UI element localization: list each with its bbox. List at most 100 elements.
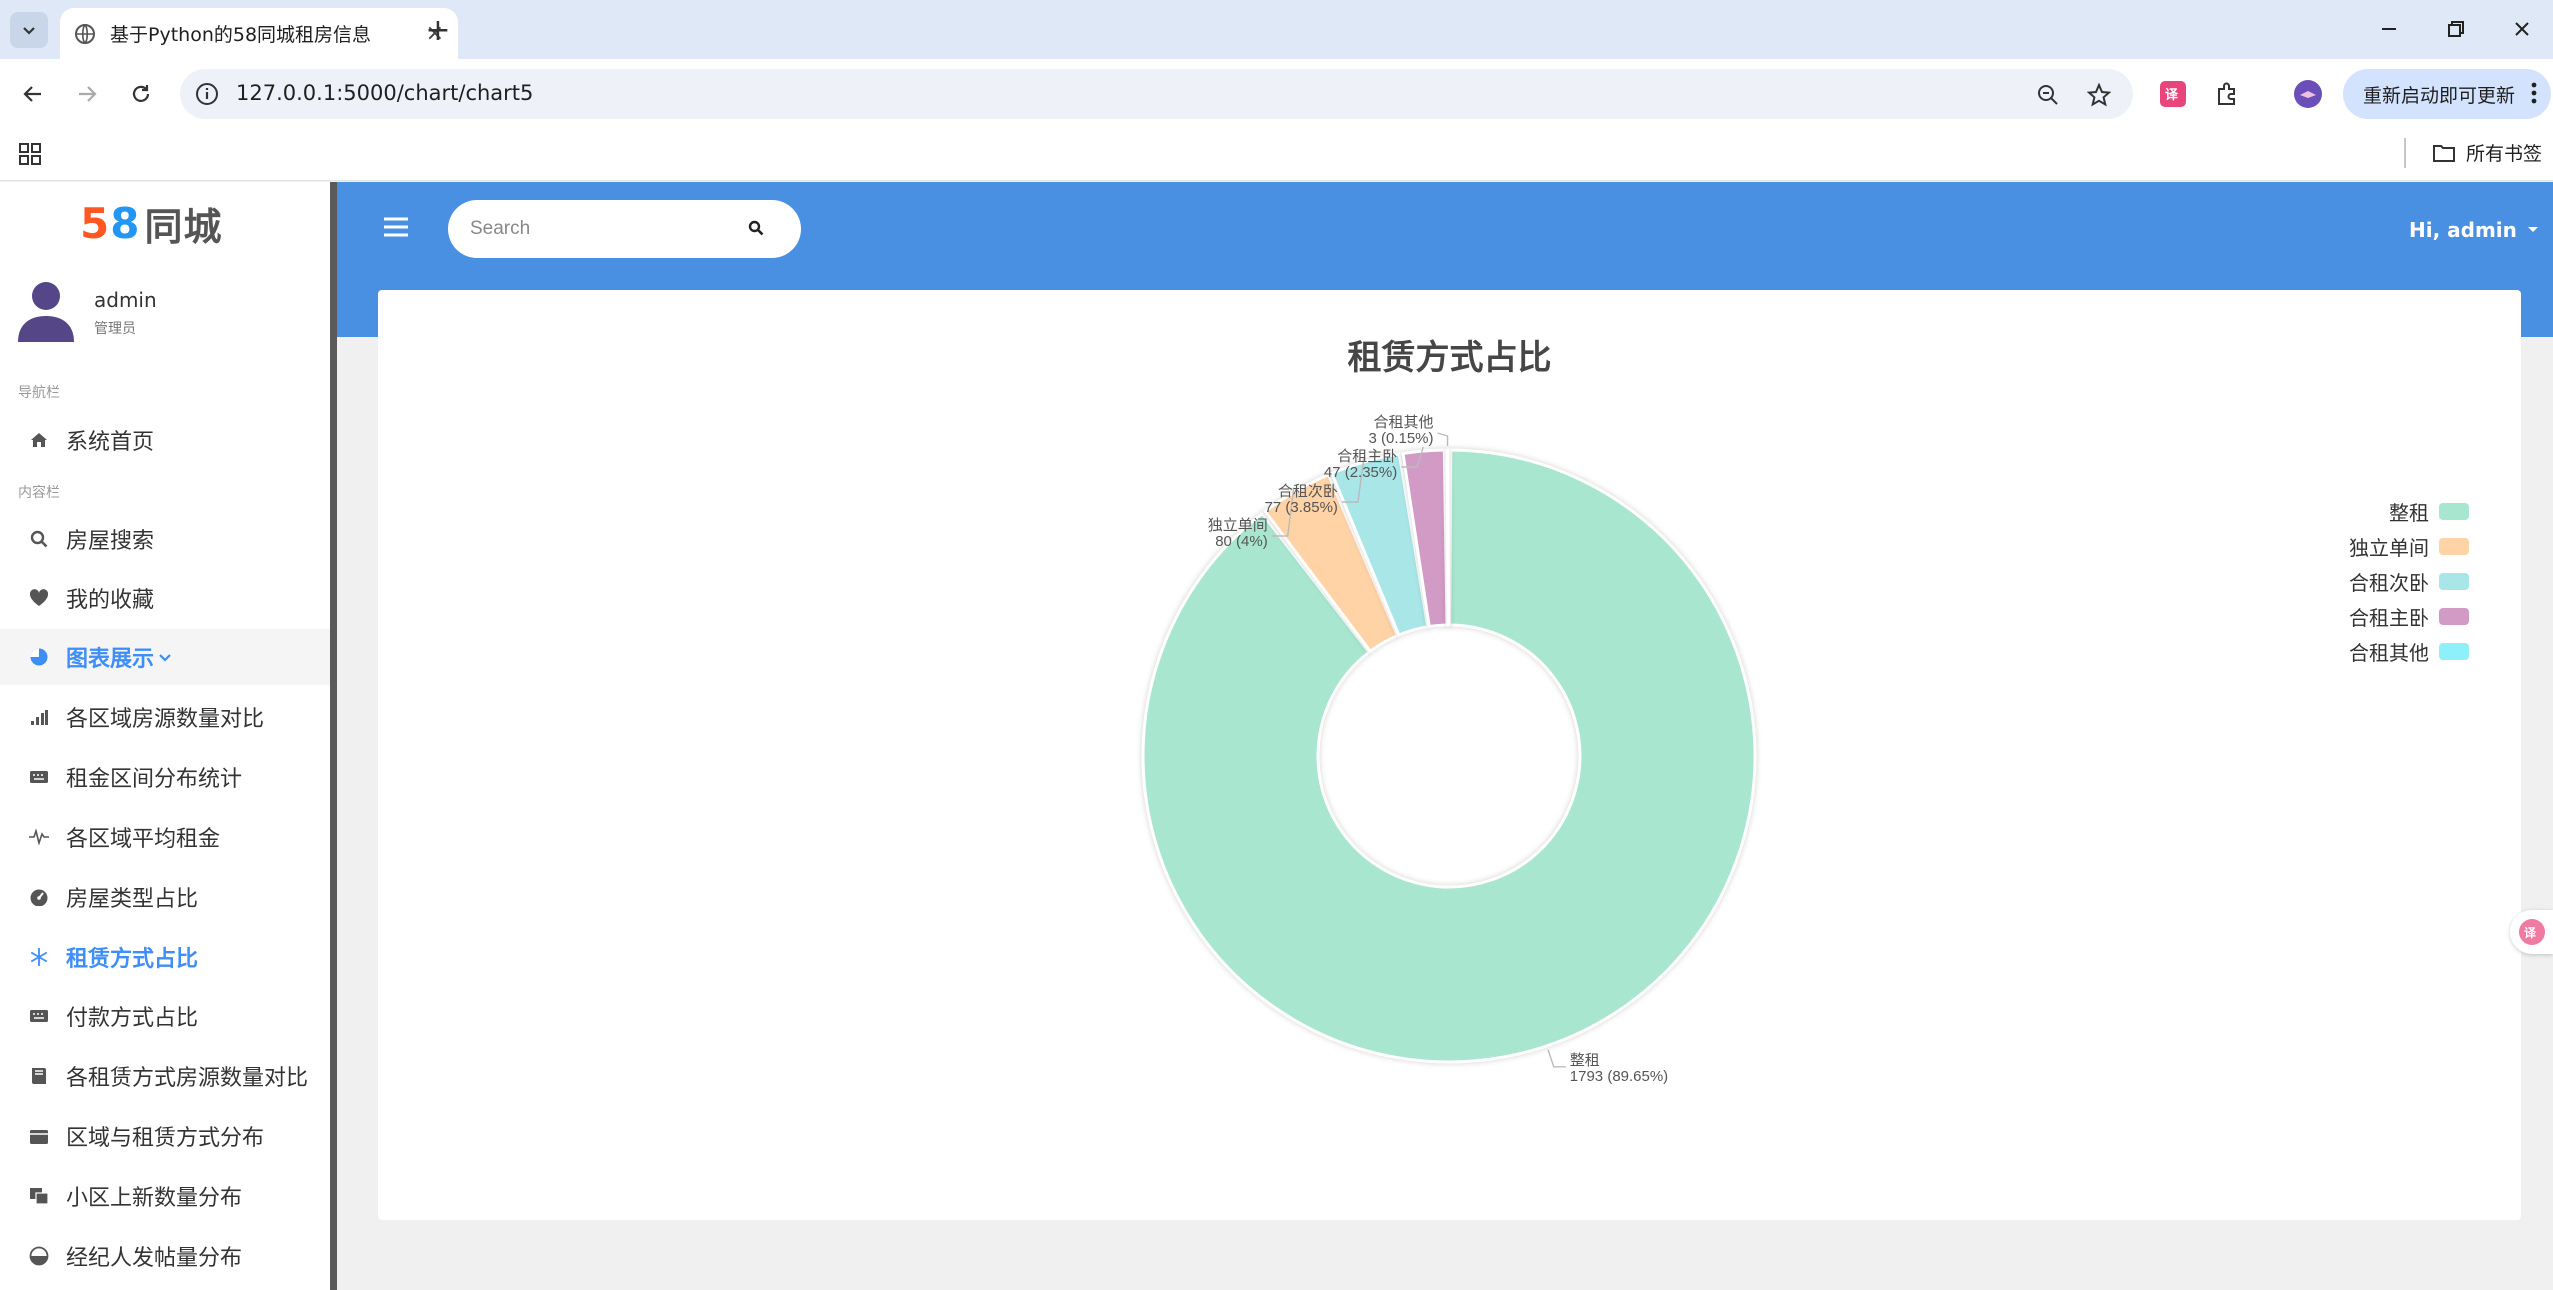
sidebar-item-rent-range[interactable]: 租金区间分布统计 bbox=[0, 749, 330, 805]
legend-item[interactable]: 整租 bbox=[2349, 494, 2469, 529]
legend-label: 合租主卧 bbox=[2349, 606, 2429, 630]
legend-item[interactable]: 合租次卧 bbox=[2349, 564, 2469, 599]
close-icon bbox=[2515, 22, 2529, 36]
svg-text:译: 译 bbox=[2524, 926, 2537, 940]
pie-label-name: 合租其他 bbox=[1374, 414, 1434, 431]
pie-label-value: 80 (4%) bbox=[1215, 533, 1268, 550]
legend-label: 整租 bbox=[2389, 501, 2429, 525]
restore-button[interactable] bbox=[2430, 10, 2482, 48]
back-button[interactable] bbox=[13, 74, 53, 114]
update-label: 重新启动即可更新 bbox=[2363, 84, 2516, 107]
address-bar[interactable]: 127.0.0.1:5000/chart/chart5 bbox=[180, 69, 2133, 119]
sidebar-item-label: 各区域平均租金 bbox=[66, 827, 221, 852]
floating-translate-button[interactable]: 译 bbox=[2510, 910, 2553, 954]
bookmark-star-icon[interactable] bbox=[2084, 80, 2114, 110]
translate-extension-icon[interactable]: 译 bbox=[2157, 78, 2189, 110]
logo-digit-8: 8 bbox=[110, 198, 141, 248]
search-input[interactable] bbox=[470, 214, 740, 244]
legend-label: 合租次卧 bbox=[2349, 571, 2429, 595]
legend-swatch bbox=[2439, 503, 2469, 520]
site-logo[interactable]: 5 8 同城 bbox=[80, 198, 223, 249]
chevron-down-icon bbox=[159, 654, 171, 662]
legend-item[interactable]: 合租其他 bbox=[2349, 634, 2469, 669]
legend-item[interactable]: 合租主卧 bbox=[2349, 599, 2469, 634]
restore-icon bbox=[2448, 21, 2464, 37]
keyboard-icon bbox=[28, 766, 50, 788]
window-close-button[interactable] bbox=[2496, 10, 2548, 48]
pie-leader-line bbox=[1547, 1049, 1566, 1068]
pie-chart-icon bbox=[28, 646, 50, 668]
new-tab-button[interactable]: + bbox=[420, 12, 456, 48]
logo-text: 同城 bbox=[144, 204, 223, 249]
browser-toolbar: 127.0.0.1:5000/chart/chart5 译 重新启动即可更新 bbox=[0, 59, 2553, 129]
section-label-nav: 导航栏 bbox=[18, 385, 60, 401]
calendar-icon bbox=[28, 1125, 50, 1147]
sidebar-item-favorites[interactable]: 我的收藏 bbox=[0, 570, 330, 626]
search-box bbox=[448, 200, 801, 258]
search-icon[interactable] bbox=[748, 220, 764, 236]
reload-icon bbox=[132, 85, 150, 102]
pie-label-value: 77 (3.85%) bbox=[1265, 499, 1338, 516]
globe-icon bbox=[75, 23, 95, 44]
heartbeat-line-icon bbox=[28, 826, 50, 848]
section-label-content: 内容栏 bbox=[18, 485, 60, 501]
profile-avatar-icon[interactable] bbox=[2292, 78, 2324, 110]
sidebar-item-label: 图表展示 bbox=[66, 647, 155, 672]
tab-search-button[interactable] bbox=[10, 12, 48, 48]
legend-swatch bbox=[2439, 643, 2469, 660]
sidebar-item-label: 租金区间分布统计 bbox=[66, 767, 243, 792]
relaunch-update-button[interactable]: 重新启动即可更新 bbox=[2343, 69, 2551, 119]
browser-tab-active[interactable]: 基于Python的58同城租房信息 × bbox=[60, 8, 458, 59]
tab-title: 基于Python的58同城租房信息 bbox=[110, 24, 372, 46]
pie-slice[interactable] bbox=[1445, 448, 1451, 627]
sidebar-item-payment[interactable]: 付款方式占比 bbox=[0, 988, 330, 1044]
snowflake-icon bbox=[28, 946, 50, 968]
forward-button[interactable] bbox=[67, 74, 107, 114]
arrow-left-icon bbox=[23, 86, 41, 102]
zoom-icon[interactable] bbox=[2033, 80, 2063, 110]
legend-swatch bbox=[2439, 573, 2469, 590]
minimize-icon bbox=[2382, 28, 2396, 30]
sidebar-item-mode-count[interactable]: 各租赁方式房源数量对比 bbox=[0, 1048, 330, 1104]
sidebar-item-home[interactable]: 系统首页 bbox=[0, 412, 330, 468]
bookmarks-bar: 所有书签 bbox=[0, 129, 2553, 181]
pie-label-value: 1793 (89.65%) bbox=[1570, 1068, 1668, 1085]
sidebar-item-label: 房屋搜索 bbox=[66, 529, 155, 554]
menu-toggle-icon[interactable] bbox=[383, 216, 409, 238]
sidebar-scrollbar[interactable] bbox=[330, 182, 337, 1290]
sidebar-item-label: 小区上新数量分布 bbox=[66, 1186, 243, 1211]
caret-down-icon bbox=[2527, 227, 2538, 232]
user-menu[interactable]: Hi, admin bbox=[2409, 218, 2539, 242]
sidebar-item-community-new[interactable]: 小区上新数量分布 bbox=[0, 1168, 330, 1224]
pie-label-name: 整租 bbox=[1570, 1052, 1600, 1069]
all-bookmarks-button[interactable]: 所有书签 bbox=[2432, 139, 2542, 166]
site-info-icon[interactable] bbox=[194, 81, 220, 107]
translate-icon: 译 bbox=[2518, 919, 2545, 945]
pie-label-value: 3 (0.15%) bbox=[1368, 430, 1433, 447]
url-text[interactable]: 127.0.0.1:5000/chart/chart5 bbox=[236, 81, 533, 105]
sidebar-item-region-count[interactable]: 各区域房源数量对比 bbox=[0, 689, 330, 745]
bookmarks-separator bbox=[2404, 138, 2406, 168]
folder-icon bbox=[2433, 144, 2455, 162]
sidebar-item-agent-posts[interactable]: 经纪人发帖量分布 bbox=[0, 1228, 330, 1284]
more-vertical-icon bbox=[2531, 82, 2537, 104]
sidebar-item-avg-rent[interactable]: 各区域平均租金 bbox=[0, 809, 330, 865]
apps-grid-icon[interactable] bbox=[18, 142, 42, 166]
sidebar-item-rent-mode[interactable]: 租赁方式占比 bbox=[0, 929, 330, 985]
sidebar-item-house-type[interactable]: 房屋类型占比 bbox=[0, 869, 330, 925]
extensions-puzzle-icon[interactable] bbox=[2212, 78, 2244, 110]
sidebar-item-charts[interactable]: 图表展示 bbox=[0, 629, 330, 685]
chevron-down-icon bbox=[23, 27, 35, 35]
sidebar-item-label: 区域与租赁方式分布 bbox=[66, 1126, 265, 1151]
legend-item[interactable]: 独立单间 bbox=[2349, 529, 2469, 564]
signal-bars-icon bbox=[28, 706, 50, 728]
minimize-button[interactable] bbox=[2363, 10, 2415, 48]
sidebar-item-region-mode[interactable]: 区域与租赁方式分布 bbox=[0, 1108, 330, 1164]
avatar bbox=[18, 282, 74, 342]
sidebar-item-label: 各租赁方式房源数量对比 bbox=[66, 1066, 309, 1091]
half-circle-icon bbox=[28, 1245, 50, 1267]
reload-button[interactable] bbox=[121, 74, 161, 114]
sidebar-item-label: 付款方式占比 bbox=[66, 1006, 199, 1031]
sidebar-item-house-search[interactable]: 房屋搜索 bbox=[0, 511, 330, 567]
heart-icon bbox=[28, 587, 50, 609]
